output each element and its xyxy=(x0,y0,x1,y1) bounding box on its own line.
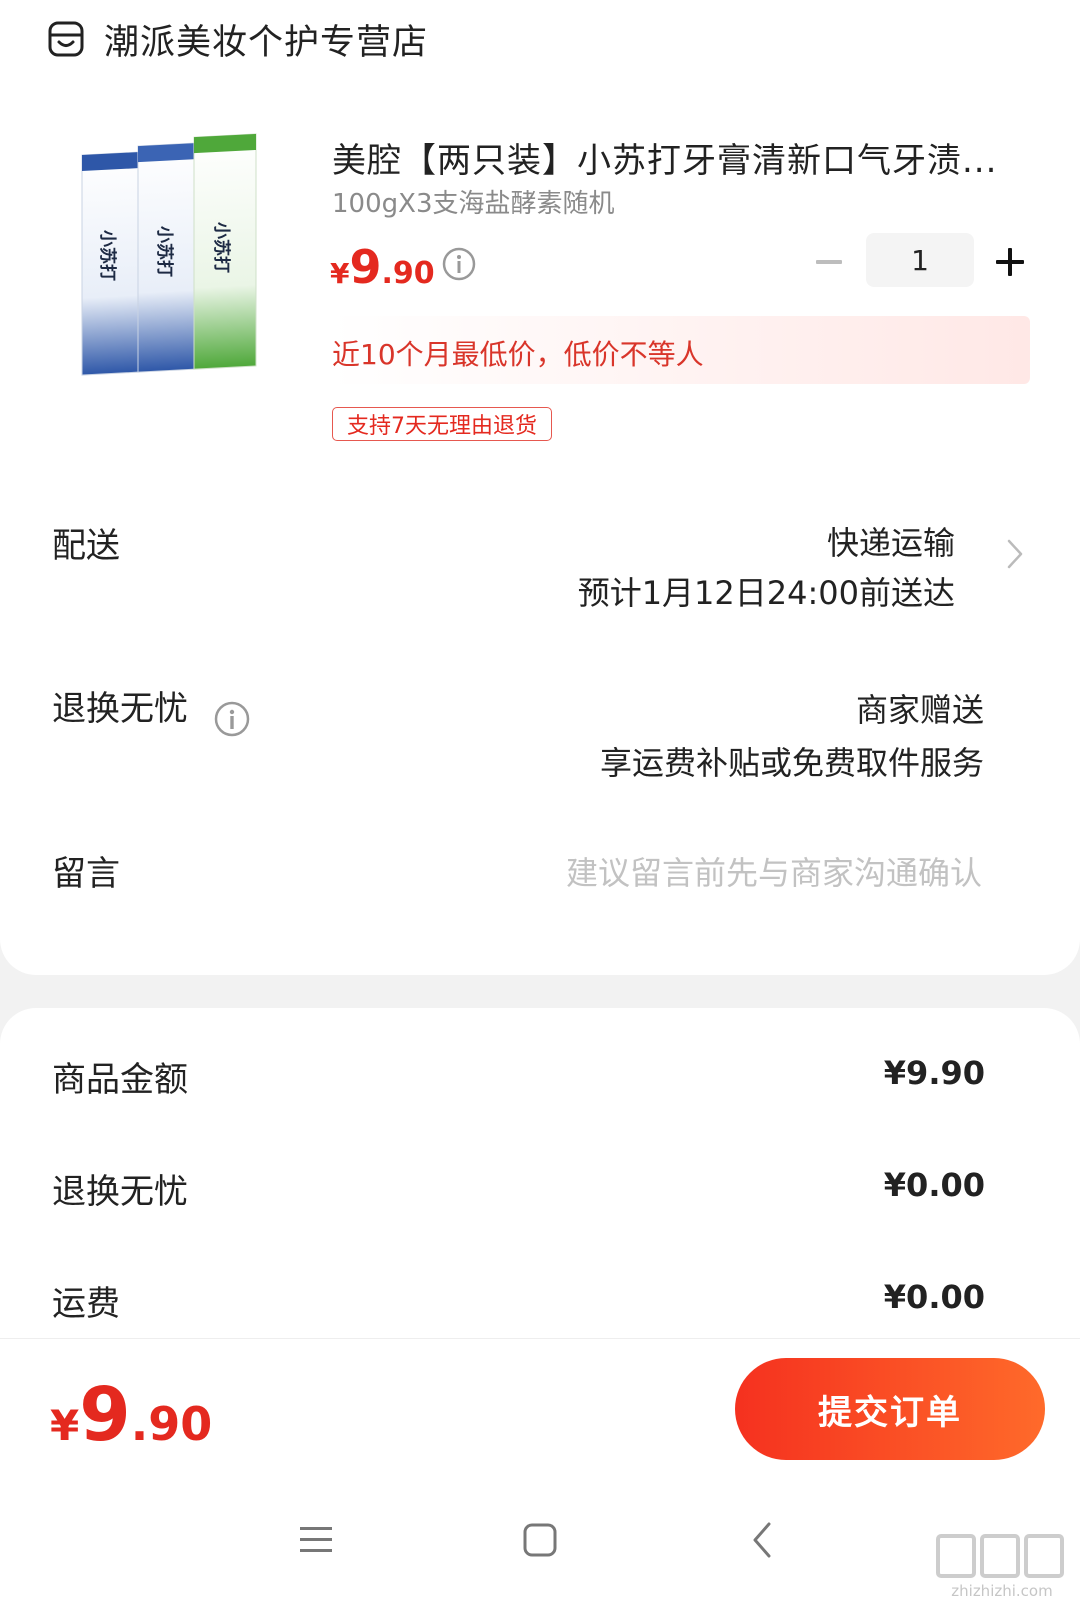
menu-icon[interactable] xyxy=(292,1516,340,1564)
home-icon[interactable] xyxy=(516,1516,564,1564)
product-image-label-2: 小苏打 xyxy=(154,226,175,277)
lowest-price-text: 近10个月最低价，低价不等人 xyxy=(332,338,704,371)
price-integer: 9 xyxy=(349,240,382,294)
total-integer: 9 xyxy=(79,1372,131,1458)
total-price: ¥ 9 .90 xyxy=(50,1372,212,1458)
return-worry-value: 商家赠送 xyxy=(855,691,984,729)
product-image[interactable]: 小苏打 小苏打 小苏打 xyxy=(64,120,294,400)
price-info-icon[interactable] xyxy=(441,246,477,282)
delivery-method[interactable]: 快递运输 xyxy=(827,518,955,564)
total-decimal: .90 xyxy=(130,1397,213,1451)
return-worry-desc: 享运费补贴或免费取件服务 xyxy=(599,744,984,782)
total-currency: ¥ xyxy=(50,1401,80,1450)
product-image-label-1: 小苏打 xyxy=(97,230,118,281)
quantity-input[interactable]: 1 xyxy=(866,233,974,287)
return-worry-fee-label: 退换无忧 xyxy=(52,1172,188,1212)
delivery-label: 配送 xyxy=(52,526,120,566)
price-decimal: .90 xyxy=(381,256,435,291)
store-header[interactable]: 潮派美妆个护专营店 xyxy=(46,14,428,64)
watermark-text: zhizhizhi.com xyxy=(951,1582,1052,1600)
back-icon[interactable] xyxy=(738,1516,786,1564)
product-price: ¥ 9 .90 xyxy=(330,240,435,294)
product-image-label-3: 小苏打 xyxy=(211,222,232,273)
goods-amount-label: 商品金额 xyxy=(52,1060,188,1100)
store-name: 潮派美妆个护专营店 xyxy=(104,22,429,63)
product-title[interactable]: 美腔【两只装】小苏打牙膏清新口气牙渍... xyxy=(332,133,1022,182)
message-label: 留言 xyxy=(52,854,120,894)
quantity-increase-button[interactable] xyxy=(992,244,1028,280)
delivery-eta: 预计1月12日24:00前送达 xyxy=(577,574,955,612)
price-currency: ¥ xyxy=(330,257,350,290)
shipping-label: 运费 xyxy=(52,1284,120,1324)
chevron-right-icon[interactable] xyxy=(1006,538,1024,570)
shipping-value: ¥0.00 xyxy=(883,1278,985,1316)
quantity-decrease-button[interactable] xyxy=(812,245,846,279)
goods-amount-value: ¥9.90 xyxy=(883,1054,985,1092)
watermark-logo: zhizhizhi.com xyxy=(932,1530,1072,1602)
return-policy-tag: 支持7天无理由退货 xyxy=(332,407,552,441)
store-icon xyxy=(46,19,86,59)
return-info-icon[interactable] xyxy=(213,700,251,738)
return-worry-fee-value: ¥0.00 xyxy=(883,1166,985,1204)
return-worry-label: 退换无忧 xyxy=(52,689,188,729)
submit-order-button[interactable]: 提交订单 xyxy=(735,1358,1045,1460)
product-spec[interactable]: 100gX3支海盐酵素随机 xyxy=(332,183,614,220)
message-input[interactable]: 建议留言前先与商家沟通确认 xyxy=(566,848,982,894)
